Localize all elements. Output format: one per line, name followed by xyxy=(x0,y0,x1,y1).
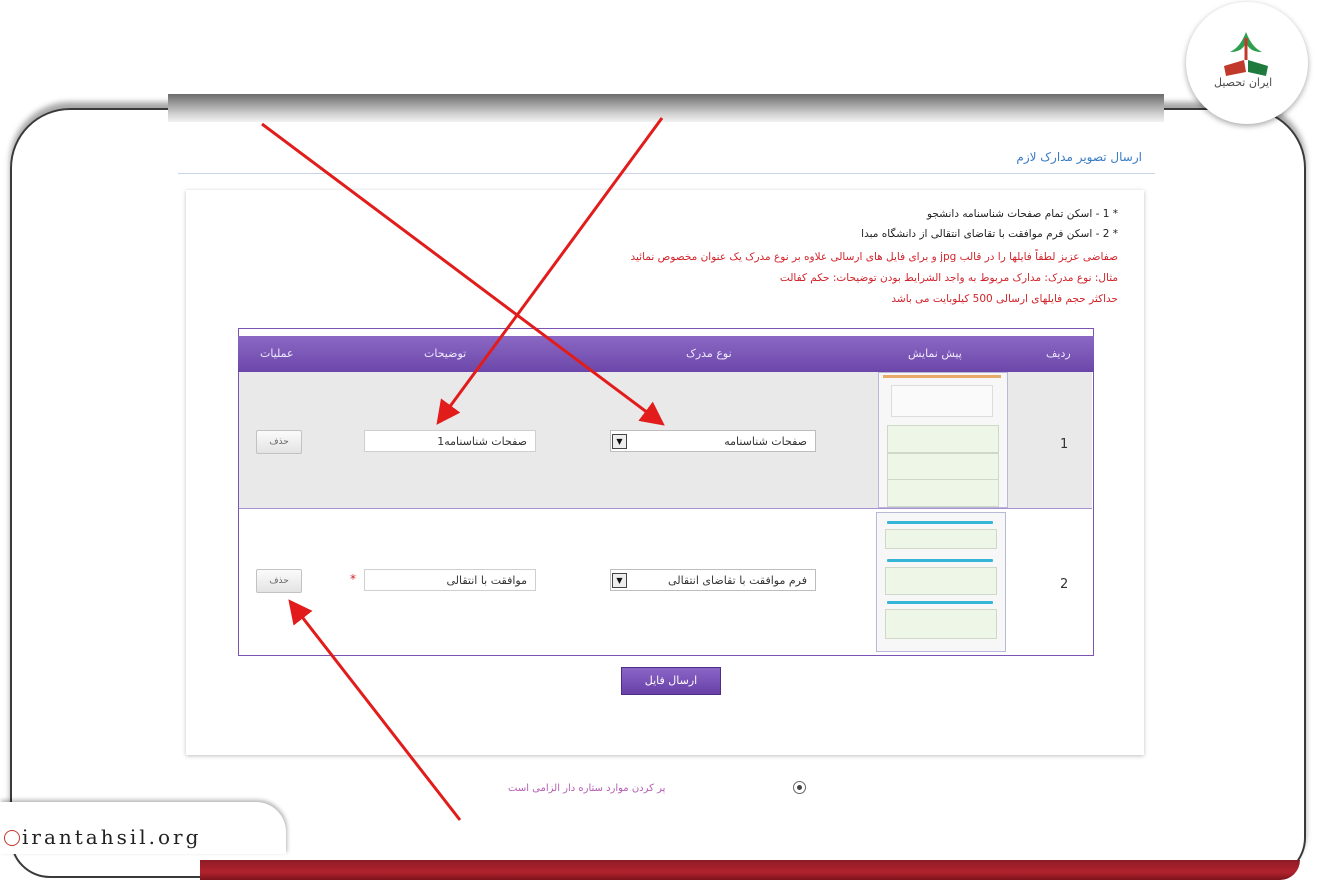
document-thumbnail[interactable] xyxy=(876,512,1006,652)
doc-type-select[interactable]: فرم موافقت با تقاضای انتقالی xyxy=(610,569,816,591)
description-input[interactable]: موافقت با انتقالی xyxy=(364,569,536,591)
row-number: 2 xyxy=(1060,577,1069,592)
title-divider xyxy=(178,173,1155,174)
chevron-down-icon[interactable]: ▼ xyxy=(612,573,627,588)
document-thumbnail[interactable] xyxy=(878,372,1008,508)
delete-button[interactable]: حذف xyxy=(256,430,302,454)
instruction-4: مثال: نوع مدرک: مدارک مربوط به واجد الشر… xyxy=(779,272,1118,284)
book-logo-icon xyxy=(1224,32,1268,76)
description-input[interactable]: صفحات شناسنامه1 xyxy=(364,430,536,452)
site-url: irantahsil.org xyxy=(22,825,202,849)
chevron-down-icon[interactable]: ▼ xyxy=(612,434,627,449)
logo-text: ایران تحصیل xyxy=(1214,76,1273,89)
required-footnote: پر کردن موارد ستاره دار الزامی است xyxy=(508,783,666,794)
doc-type-select[interactable]: صفحات شناسنامه xyxy=(610,430,816,452)
globe-icon xyxy=(4,830,20,846)
header-description: توضیحات xyxy=(424,347,467,360)
required-mark: * xyxy=(350,572,356,586)
send-file-button[interactable]: ارسال فایل xyxy=(621,667,721,695)
instruction-5: حداکثر حجم فایلهای ارسالی 500 کیلوبایت م… xyxy=(891,293,1118,305)
instruction-1: * 1 - اسکن تمام صفحات شناسنامه دانشجو xyxy=(926,208,1118,220)
delete-button[interactable]: حذف xyxy=(256,569,302,593)
header-band xyxy=(168,94,1164,122)
instruction-2: * 2 - اسکن فرم موافقت با تقاضای انتقالی … xyxy=(861,228,1118,240)
header-row: ردیف xyxy=(1046,347,1071,360)
section-title[interactable]: ارسال تصویر مدارک لازم xyxy=(1016,150,1142,164)
brand-logo xyxy=(1186,2,1308,124)
table-header xyxy=(238,336,1094,372)
header-preview: پیش نمایش xyxy=(908,347,962,360)
header-doc-type: نوع مدرک xyxy=(686,347,732,360)
row-number: 1 xyxy=(1060,437,1069,452)
instruction-3: صفاضی عزیز لطفاً فایلها را در قالب jpg و… xyxy=(630,251,1119,263)
bullet-icon xyxy=(793,781,806,794)
header-operations: عملیات xyxy=(260,347,294,360)
